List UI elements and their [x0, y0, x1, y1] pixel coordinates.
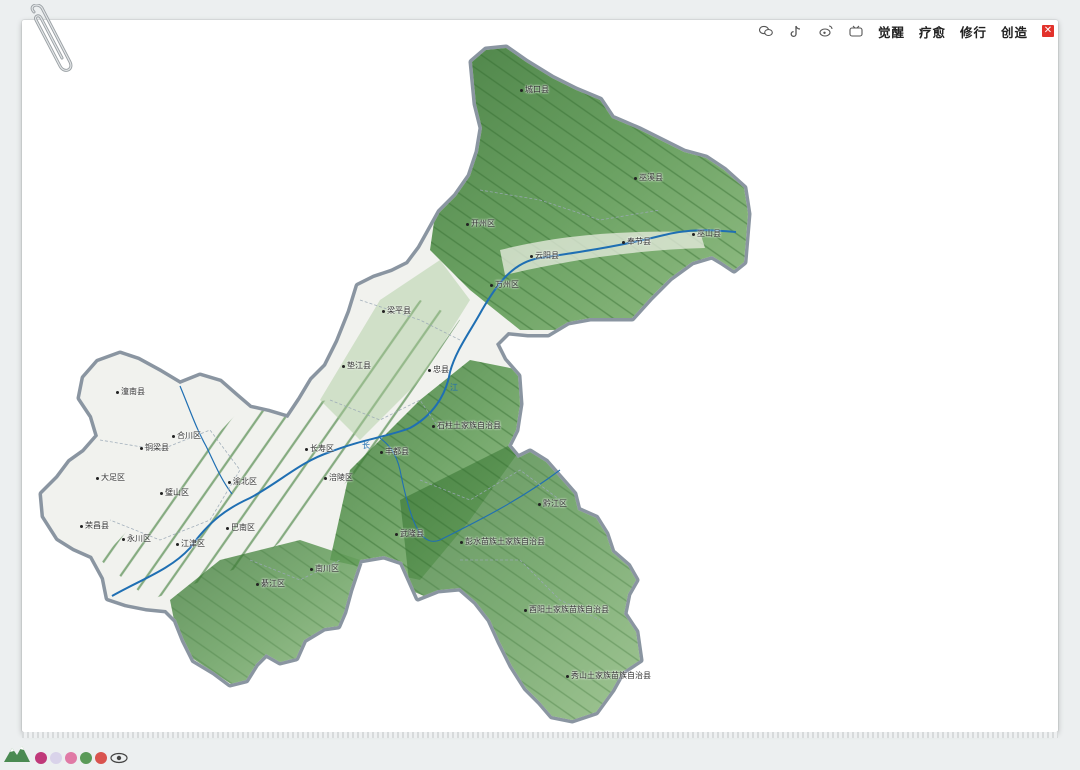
bottom-icon-row: [2, 738, 128, 764]
place-wushan: 巫山县: [692, 228, 721, 239]
river-label-chang: 长: [362, 441, 370, 450]
place-yunyang: 云阳县: [530, 250, 559, 261]
place-fuling: 涪陵区: [324, 472, 353, 483]
place-fengdu: 丰都县: [380, 446, 409, 457]
mountain-logo-icon: [4, 746, 30, 762]
place-tongliang: 铜梁县: [140, 442, 169, 453]
place-dianjiang: 垫江县: [342, 360, 371, 371]
river-label-jiang: 江: [450, 383, 458, 392]
place-changshou: 长寿区: [305, 443, 334, 454]
place-nanchuan: 南川区: [310, 563, 339, 574]
terrain-fill: [42, 48, 748, 720]
flower-icon[interactable]: [65, 752, 77, 764]
place-wanzhou: 万州区: [490, 279, 519, 290]
place-shizhu: 石柱土家族自治县: [432, 420, 501, 431]
lotus-icon[interactable]: [50, 752, 62, 764]
place-bishan: 璧山区: [160, 487, 189, 498]
eye-icon[interactable]: [110, 752, 128, 764]
place-yubei: 渝北区: [228, 476, 257, 487]
place-liangping: 梁平县: [382, 305, 411, 316]
place-hechuan: 合川区: [172, 430, 201, 441]
place-youyang: 酉阳土家族苗族自治县: [524, 604, 609, 615]
place-pengshui: 彭水苗族土家族自治县: [460, 536, 545, 547]
place-qijiang: 綦江区: [256, 578, 285, 589]
heart-icon[interactable]: [35, 752, 47, 764]
place-wuxi: 巫溪县: [634, 172, 663, 183]
place-jiangjin: 江津区: [176, 538, 205, 549]
place-tongnan: 潼南县: [116, 386, 145, 397]
place-qianjiang: 黔江区: [538, 498, 567, 509]
place-zhongxian: 忠县: [428, 364, 449, 375]
place-dazu: 大足区: [96, 472, 125, 483]
place-yongchuan: 永川区: [122, 533, 151, 544]
place-chengkou: 城口县: [520, 84, 549, 95]
place-xiushan: 秀山土家族苗族自治县: [566, 670, 651, 681]
place-rongchang: 荣昌县: [80, 520, 109, 531]
place-fengjie: 奉节县: [622, 236, 651, 247]
place-wulong: 武隆县: [395, 528, 424, 539]
badge-icon[interactable]: [95, 752, 107, 764]
leaf-icon[interactable]: [80, 752, 92, 764]
chongqing-map: 城口县 巫溪县 巫山县 奉节县 云阳县 万州区 开州区 梁平县 垫江县 忠县 石…: [0, 0, 1080, 766]
place-kaizhou: 开州区: [466, 218, 495, 229]
terrain-map-svg: [0, 0, 1080, 766]
place-banan: 巴南区: [226, 522, 255, 533]
